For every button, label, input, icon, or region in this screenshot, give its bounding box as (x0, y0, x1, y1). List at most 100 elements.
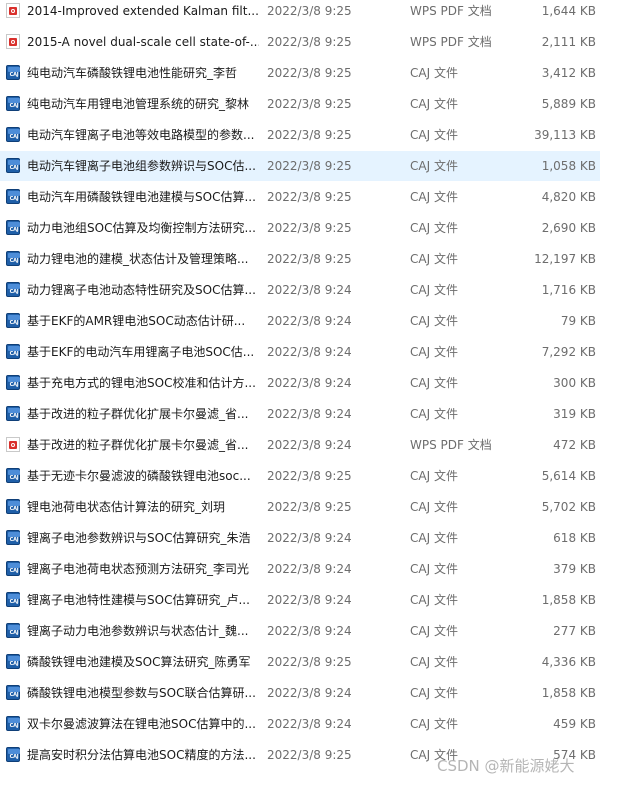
file-date-modified: 2022/3/8 9:25 (267, 221, 352, 235)
file-type: CAJ 文件 (410, 190, 458, 204)
file-name: 锂离子电池特性建模与SOC估算研究_卢... (27, 593, 250, 607)
file-date-modified: 2022/3/8 9:25 (267, 66, 352, 80)
file-row[interactable]: CAJ 磷酸铁锂电池建模及SOC算法研究_陈勇军 2022/3/8 9:25 CAJ … (0, 647, 600, 677)
file-name: 基于改进的粒子群优化扩展卡尔曼滤_省... (27, 407, 249, 421)
file-type: CAJ 文件 (410, 593, 458, 607)
file-row[interactable]: CAJ 动力电池组SOC估算及均衡控制方法研究... 2022/3/8 9:25 CA… (0, 213, 600, 243)
file-row[interactable]: 2014-Improved extended Kalman filt... 202… (0, 0, 600, 26)
file-size: 1,858 KB (541, 593, 596, 607)
file-row[interactable]: CAJ 锂电池荷电状态估计算法的研究_刘玥 2022/3/8 9:25 CAJ 文件 5… (0, 492, 600, 522)
file-name: 动力锂离子电池动态特性研究及SOC估算... (27, 283, 256, 297)
file-type: CAJ 文件 (410, 128, 458, 142)
file-date-modified: 2022/3/8 9:25 (267, 655, 352, 669)
file-size: 1,716 KB (541, 283, 596, 297)
pdf-file-icon (6, 34, 20, 49)
caj-file-icon: CAJ (6, 406, 20, 421)
file-date-modified: 2022/3/8 9:24 (267, 562, 352, 576)
file-row[interactable]: CAJ 磷酸铁锂电池模型参数与SOC联合估算研... 2022/3/8 9:24 CA… (0, 678, 600, 708)
file-date-modified: 2022/3/8 9:25 (267, 35, 352, 49)
file-size: 472 KB (553, 438, 596, 452)
file-row[interactable]: CAJ 电动汽车用磷酸铁锂电池建模与SOC估算... 2022/3/8 9:25 CA… (0, 182, 600, 212)
file-row[interactable]: CAJ 双卡尔曼滤波算法在锂电池SOC估算中的... 2022/3/8 9:24 CA… (0, 709, 600, 739)
caj-file-icon: CAJ (6, 592, 20, 607)
file-name: 基于改进的粒子群优化扩展卡尔曼滤_省... (27, 438, 249, 452)
file-date-modified: 2022/3/8 9:24 (267, 717, 352, 731)
caj-file-icon: CAJ (6, 65, 20, 80)
file-date-modified: 2022/3/8 9:25 (267, 159, 352, 173)
file-name: 纯电动汽车磷酸铁锂电池性能研究_李哲 (27, 66, 238, 80)
file-size: 5,614 KB (541, 469, 596, 483)
caj-file-icon: CAJ (6, 375, 20, 390)
file-row[interactable]: CAJ 纯电动汽车磷酸铁锂电池性能研究_李哲 2022/3/8 9:25 CAJ 文件… (0, 58, 600, 88)
file-row[interactable]: CAJ 锂离子动力电池参数辨识与状态估计_魏... 2022/3/8 9:24 CAJ… (0, 616, 600, 646)
caj-file-icon: CAJ (6, 220, 20, 235)
file-type: WPS PDF 文档 (410, 35, 492, 49)
file-row[interactable]: CAJ 电动汽车锂离子电池组参数辨识与SOC估... 2022/3/8 9:25 CA… (0, 151, 600, 181)
file-name: 电动汽车锂离子电池等效电路模型的参数... (27, 128, 255, 142)
file-row[interactable]: 2015-A novel dual-scale cell state-of-..… (0, 27, 600, 57)
caj-file-icon: CAJ (6, 747, 20, 762)
file-size: 39,113 KB (534, 128, 596, 142)
file-row[interactable]: CAJ 基于无迹卡尔曼滤波的磷酸铁锂电池soc... 2022/3/8 9:25 CA… (0, 461, 600, 491)
file-size: 7,292 KB (541, 345, 596, 359)
file-type: CAJ 文件 (410, 624, 458, 638)
pdf-file-icon (6, 3, 20, 18)
file-row[interactable]: CAJ 基于EKF的电动汽车用锂离子电池SOC估... 2022/3/8 9:24 C… (0, 337, 600, 367)
file-size: 5,702 KB (541, 500, 596, 514)
file-row[interactable]: CAJ 锂离子电池参数辨识与SOC估算研究_朱浩 2022/3/8 9:24 CAJ … (0, 523, 600, 553)
file-date-modified: 2022/3/8 9:25 (267, 252, 352, 266)
file-name: 提高安时积分法估算电池SOC精度的方法... (27, 748, 256, 762)
file-row[interactable]: CAJ 动力锂电池的建模_状态估计及管理策略... 2022/3/8 9:25 CAJ… (0, 244, 600, 274)
file-type: CAJ 文件 (410, 469, 458, 483)
caj-file-icon: CAJ (6, 251, 20, 266)
file-type: CAJ 文件 (410, 500, 458, 514)
file-row[interactable]: CAJ 基于EKF的AMR锂电池SOC动态估计研... 2022/3/8 9:24 C… (0, 306, 600, 336)
file-size: 1,058 KB (541, 159, 596, 173)
file-size: 4,336 KB (541, 655, 596, 669)
caj-file-icon: CAJ (6, 685, 20, 700)
caj-file-icon: CAJ (6, 344, 20, 359)
file-size: 459 KB (553, 717, 596, 731)
caj-file-icon: CAJ (6, 96, 20, 111)
file-row[interactable]: CAJ 基于充电方式的锂电池SOC校准和估计方... 2022/3/8 9:24 CA… (0, 368, 600, 398)
file-date-modified: 2022/3/8 9:25 (267, 128, 352, 142)
file-type: CAJ 文件 (410, 97, 458, 111)
file-type: CAJ 文件 (410, 717, 458, 731)
file-name: 双卡尔曼滤波算法在锂电池SOC估算中的... (27, 717, 256, 731)
file-size: 4,820 KB (541, 190, 596, 204)
file-name: 2015-A novel dual-scale cell state-of-..… (27, 35, 259, 49)
file-row[interactable]: CAJ 电动汽车锂离子电池等效电路模型的参数... 2022/3/8 9:25 CAJ… (0, 120, 600, 150)
file-size: 1,644 KB (541, 4, 596, 18)
file-date-modified: 2022/3/8 9:24 (267, 531, 352, 545)
file-row[interactable]: CAJ 纯电动汽车用锂电池管理系统的研究_黎林 2022/3/8 9:25 CAJ 文… (0, 89, 600, 119)
file-row[interactable]: CAJ 锂离子电池特性建模与SOC估算研究_卢... 2022/3/8 9:24 CA… (0, 585, 600, 615)
file-name: 锂电池荷电状态估计算法的研究_刘玥 (27, 500, 226, 514)
file-date-modified: 2022/3/8 9:24 (267, 314, 352, 328)
file-date-modified: 2022/3/8 9:25 (267, 469, 352, 483)
file-row[interactable]: CAJ 基于改进的粒子群优化扩展卡尔曼滤_省... 2022/3/8 9:24 CAJ… (0, 399, 600, 429)
file-row[interactable]: CAJ 动力锂离子电池动态特性研究及SOC估算... 2022/3/8 9:24 CA… (0, 275, 600, 305)
caj-file-icon: CAJ (6, 282, 20, 297)
file-date-modified: 2022/3/8 9:24 (267, 686, 352, 700)
file-name: 锂离子动力电池参数辨识与状态估计_魏... (27, 624, 249, 638)
file-date-modified: 2022/3/8 9:25 (267, 748, 352, 762)
caj-file-icon: CAJ (6, 623, 20, 638)
file-row[interactable]: CAJ 锂离子电池荷电状态预测方法研究_李司光 2022/3/8 9:24 CAJ 文… (0, 554, 600, 584)
file-size: 3,412 KB (541, 66, 596, 80)
file-type: CAJ 文件 (410, 345, 458, 359)
file-date-modified: 2022/3/8 9:25 (267, 97, 352, 111)
caj-file-icon: CAJ (6, 313, 20, 328)
file-size: 277 KB (553, 624, 596, 638)
caj-file-icon: CAJ (6, 561, 20, 576)
file-type: CAJ 文件 (410, 376, 458, 390)
file-type: WPS PDF 文档 (410, 438, 492, 452)
file-type: CAJ 文件 (410, 531, 458, 545)
caj-file-icon: CAJ (6, 127, 20, 142)
file-name: 基于EKF的电动汽车用锂离子电池SOC估... (27, 345, 255, 359)
file-name: 2014-Improved extended Kalman filt... (27, 4, 259, 18)
file-row[interactable]: 基于改进的粒子群优化扩展卡尔曼滤_省... 2022/3/8 9:24 WPS PD… (0, 430, 600, 460)
file-date-modified: 2022/3/8 9:25 (267, 500, 352, 514)
file-name: 基于无迹卡尔曼滤波的磷酸铁锂电池soc... (27, 469, 251, 483)
file-date-modified: 2022/3/8 9:24 (267, 283, 352, 297)
file-date-modified: 2022/3/8 9:24 (267, 438, 352, 452)
